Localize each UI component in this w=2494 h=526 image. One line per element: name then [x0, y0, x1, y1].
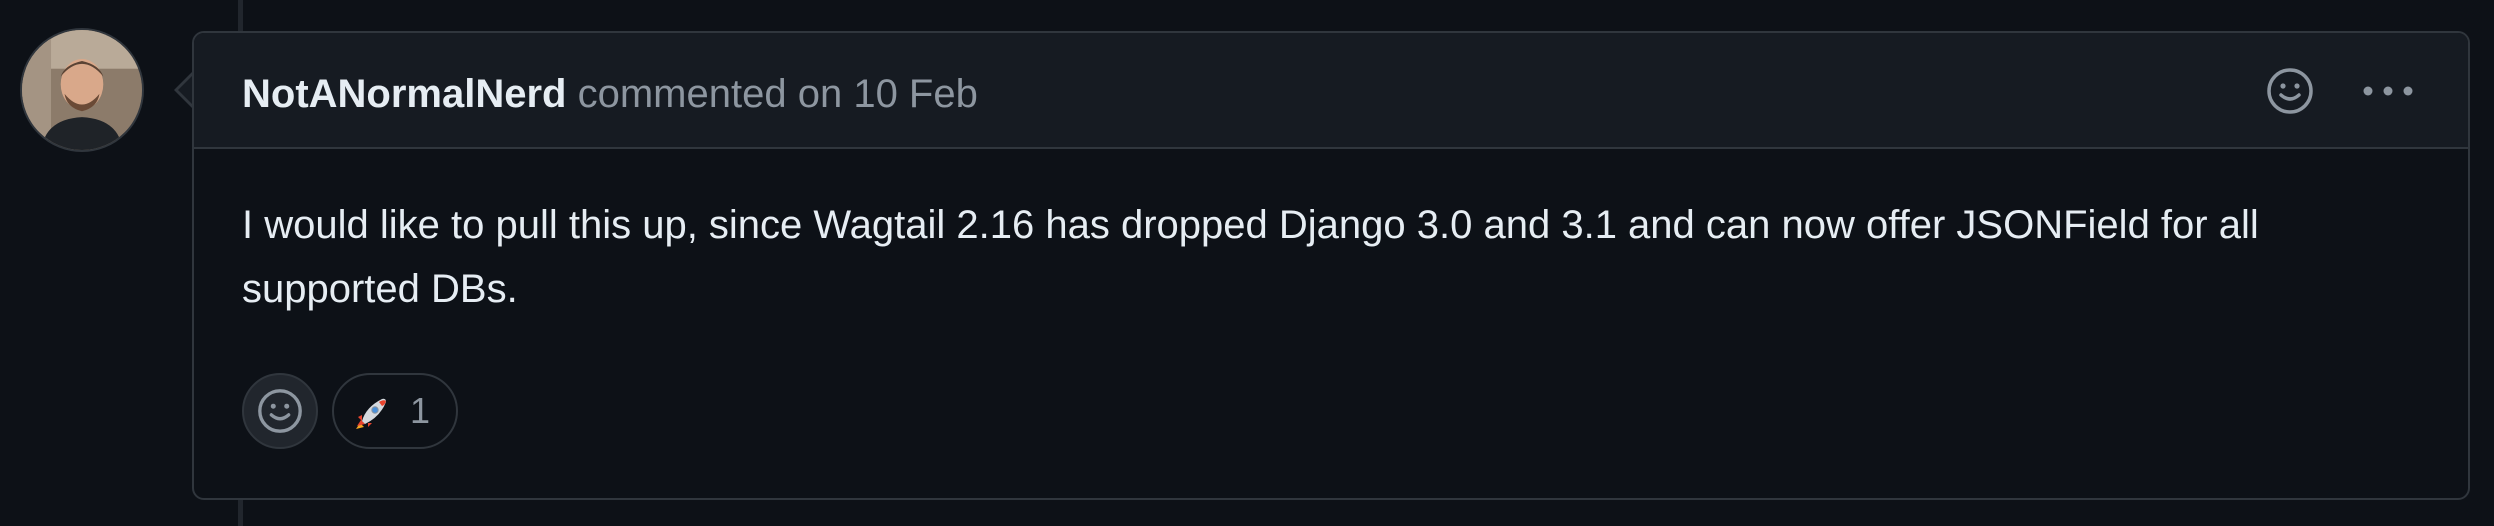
comment-action: commented on [577, 72, 843, 116]
comment-header-text: NotANormalNerd commented on 10 Feb [242, 69, 978, 119]
smiley-icon [2267, 68, 2313, 114]
comment-box: NotANormalNerd commented on 10 Feb I wou… [192, 31, 2470, 500]
comment-header: NotANormalNerd commented on 10 Feb [194, 33, 2468, 149]
author-link[interactable]: NotANormalNerd [242, 72, 566, 116]
reaction-count: 1 [410, 390, 431, 431]
comment-date-link[interactable]: 10 Feb [853, 72, 978, 116]
add-reaction-header-button[interactable] [2264, 65, 2316, 117]
avatar[interactable] [20, 28, 144, 152]
comment-body: I would like to pull this up, since Wagt… [242, 203, 2259, 311]
kebab-horizontal-icon [2363, 86, 2413, 96]
reaction-rocket-button[interactable]: 1 [332, 373, 458, 449]
comment-options-button[interactable] [2360, 79, 2416, 103]
add-reaction-button[interactable] [242, 373, 318, 449]
rocket-icon [356, 398, 386, 429]
avatar-image [22, 30, 142, 150]
smiley-icon [258, 389, 302, 433]
